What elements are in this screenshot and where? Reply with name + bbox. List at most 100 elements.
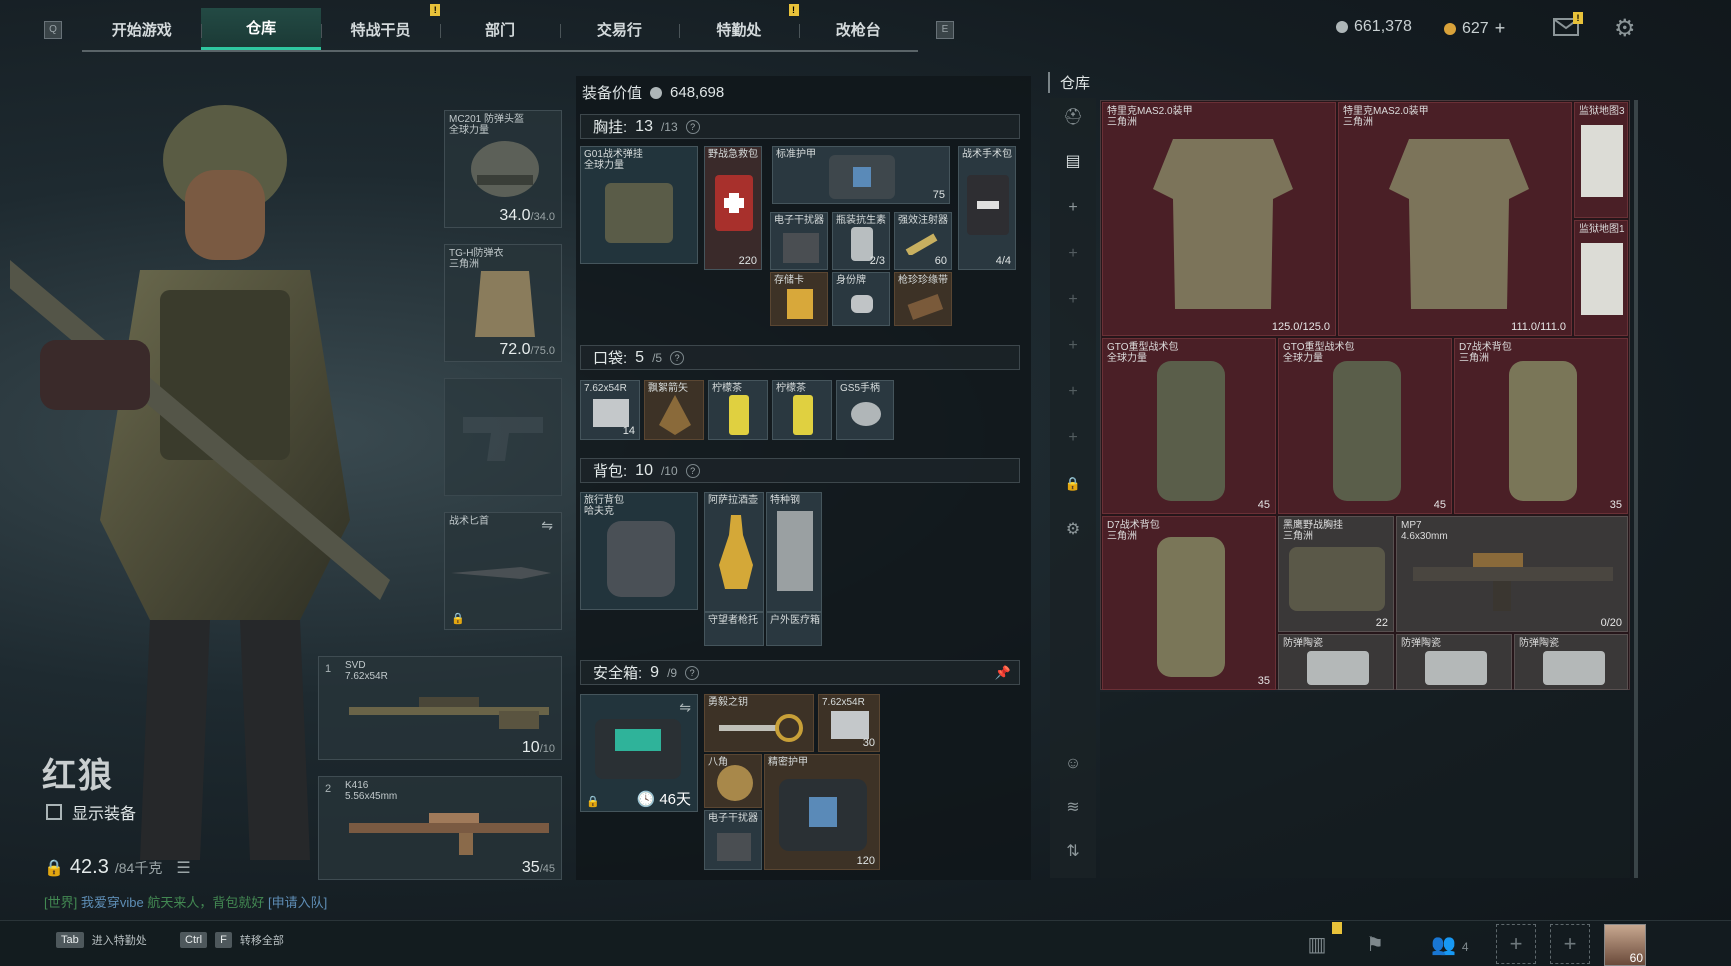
prev-tab-key[interactable]: Q — [44, 21, 62, 39]
main-nav: 开始游戏 仓库 特战干员! 部门 交易行 特勤处! 改枪台 — [82, 4, 918, 52]
all-items-icon[interactable]: ▤ — [1063, 152, 1083, 172]
medical-box-item[interactable]: 户外医疗箱 — [766, 612, 822, 646]
tab-department[interactable]: 部门 — [440, 8, 559, 50]
armor-plate-icon — [779, 779, 867, 851]
warehouse-scrollbar[interactable] — [1634, 100, 1638, 878]
stats-icon[interactable]: ▥ — [1302, 930, 1332, 960]
precision-armor-item[interactable]: 精密护甲 120 — [764, 754, 880, 870]
swap-icon[interactable]: ⇋ — [679, 699, 691, 716]
add-tab-icon[interactable]: + — [1063, 382, 1083, 402]
tab-gunsmith[interactable]: 改枪台 — [798, 8, 918, 50]
add-tab-icon[interactable]: + — [1063, 290, 1083, 310]
memory-card-item[interactable]: 存储卡 — [770, 272, 828, 326]
surgery-kit-item[interactable]: 战术手术包 4/4 — [958, 146, 1016, 270]
stock-item[interactable]: 守望者枪托 — [704, 612, 764, 646]
settings-gear-icon[interactable]: ⚙ — [1614, 14, 1636, 43]
pocket-tea-item[interactable]: 柠檬茶 — [708, 380, 768, 440]
add-currency-button[interactable]: + — [1495, 18, 1506, 39]
chest-rig-item[interactable]: G01战术弹挂 全球力量 — [580, 146, 698, 264]
pocket-controller-item[interactable]: GS5手柄 — [836, 380, 894, 440]
help-icon[interactable]: ? — [685, 665, 700, 680]
show-equipment-toggle[interactable]: 显示装备 — [46, 800, 136, 824]
pocket-ammo-item[interactable]: 7.62x54R 14 — [580, 380, 640, 440]
list-icon[interactable]: ☰ — [176, 858, 190, 878]
add-tab-icon[interactable]: + — [1063, 198, 1083, 218]
warehouse-item-map[interactable]: 监狱地图3 — [1574, 102, 1628, 218]
enter-special-ops-button[interactable]: Tab 进入特勤处 — [56, 932, 147, 948]
sort-icon[interactable]: ⇅ — [1063, 842, 1083, 862]
player-avatar[interactable]: 60 — [1604, 924, 1646, 966]
world-chat-line[interactable]: [世界] 我爱穿vibe 航天来人，背包就好 [申请入队] — [44, 892, 327, 911]
warehouse-item-rig[interactable]: 黑鹰野战胸挂 三角洲 22 — [1278, 516, 1394, 632]
add-tab-icon[interactable]: + — [1063, 336, 1083, 356]
warehouse-item-bag[interactable]: GTO重型战术包 全球力量 45 — [1278, 338, 1452, 514]
steel-item[interactable]: 特种钢 — [766, 492, 822, 612]
safe-box-icon — [595, 719, 681, 779]
silver-coin-icon — [1336, 21, 1348, 33]
tab-operators[interactable]: 特战干员! — [320, 4, 441, 50]
lock-icon[interactable]: 🔒 — [1063, 474, 1083, 494]
flask-item[interactable]: 阿萨拉酒壶 — [704, 492, 764, 612]
swap-icon[interactable]: ⇋ — [541, 517, 553, 534]
invite-slot-button[interactable]: + — [1550, 924, 1590, 964]
warehouse-item-armor[interactable]: 特里克MAS2.0装甲 三角洲 125.0/125.0 — [1102, 102, 1336, 336]
mail-icon[interactable]: ! — [1553, 12, 1583, 36]
help-icon[interactable]: ? — [685, 119, 700, 134]
helmet-filter-icon[interactable]: ⛑ — [1063, 108, 1083, 128]
layers-icon[interactable]: ≋ — [1063, 798, 1083, 818]
flag-icon[interactable]: ⚑ — [1360, 930, 1390, 960]
tab-start-game[interactable]: 开始游戏 — [82, 8, 201, 50]
key-item[interactable]: 勇毅之钥 — [704, 694, 814, 752]
arrowhead-icon — [659, 395, 691, 435]
squad-icon[interactable]: 👥 4 — [1420, 930, 1480, 960]
backpack-icon — [1157, 537, 1225, 677]
backpack-item[interactable]: 旅行背包 哈夫克 — [580, 492, 698, 610]
chest-rig-header: 胸挂: 13/13 ? — [580, 114, 1020, 139]
secondary-weapon-slot[interactable]: K416 5.56x45mm 2 35/45 — [318, 776, 562, 880]
helmet-slot[interactable]: MC201 防弹头盔 全球力量 34.0/34.0 — [444, 110, 562, 228]
checkbox[interactable] — [46, 804, 62, 820]
warehouse-item-plate[interactable]: 防弹陶瓷 — [1514, 634, 1628, 690]
dog-tag-item[interactable]: 身份牌 — [832, 272, 890, 326]
safe-ammo-item[interactable]: 7.62x54R 30 — [818, 694, 880, 752]
pin-icon[interactable]: 📌 — [995, 665, 1011, 681]
help-icon[interactable]: ? — [685, 463, 700, 478]
pocket-arrow-item[interactable]: 飘絮箭矢 — [644, 380, 704, 440]
help-icon[interactable]: ? — [670, 350, 685, 365]
sidearm-slot[interactable] — [444, 378, 562, 496]
star-anise-item[interactable]: 八角 — [704, 754, 762, 808]
tab-special-ops[interactable]: 特勤处! — [679, 4, 799, 50]
transfer-all-button[interactable]: Ctrl F 转移全部 — [180, 932, 284, 948]
add-tab-icon[interactable]: + — [1063, 244, 1083, 264]
injector-item[interactable]: 强效注射器 60 — [894, 212, 952, 270]
safe-container[interactable]: ⇋ 🔒 🕓 46天 — [580, 694, 698, 812]
antibiotic-item[interactable]: 瓶装抗生素 2/3 — [832, 212, 890, 270]
operator-icon[interactable]: ☺ — [1063, 754, 1083, 774]
chest-rig-icon — [1289, 547, 1385, 611]
tab-warehouse[interactable]: 仓库 — [201, 8, 321, 50]
warehouse-item-map[interactable]: 监狱地图1 — [1574, 220, 1628, 336]
standard-armor-item[interactable]: 标准护甲 75 — [772, 146, 950, 204]
next-tab-key[interactable]: E — [936, 21, 954, 39]
jammer-item[interactable]: 电子干扰器 — [704, 810, 762, 870]
tab-trading[interactable]: 交易行 — [559, 8, 679, 50]
strap-item[interactable]: 枪珍珍缘带 — [894, 272, 952, 326]
warehouse-item-bag[interactable]: D7战术背包 三角洲 35 — [1454, 338, 1628, 514]
pocket-tea-item[interactable]: 柠檬茶 — [772, 380, 832, 440]
primary-weapon-slot[interactable]: SVD 7.62x54R 1 10/10 — [318, 656, 562, 760]
jammer-item[interactable]: 电子干扰器 — [770, 212, 828, 270]
warehouse-item-plate[interactable]: 防弹陶瓷 — [1278, 634, 1394, 690]
warehouse-item-bag[interactable]: GTO重型战术包 全球力量 45 — [1102, 338, 1276, 514]
first-aid-kit-item[interactable]: 野战急救包 220 — [704, 146, 762, 270]
melee-slot[interactable]: 战术匕首 ⇋ 🔒 — [444, 512, 562, 630]
invite-slot-button[interactable]: + — [1496, 924, 1536, 964]
gear-icon[interactable]: ⚙ — [1063, 520, 1083, 540]
ammo-box-icon — [593, 399, 629, 427]
warehouse-item-armor[interactable]: 特里克MAS2.0装甲 三角洲 111.0/111.0 — [1338, 102, 1572, 336]
armor-slot[interactable]: TG-H防弹衣 三角洲 72.0/75.0 — [444, 244, 562, 362]
warehouse-item-weapon[interactable]: MP7 4.6x30mm 0/20 — [1396, 516, 1628, 632]
dogtag-icon — [851, 295, 873, 313]
add-tab-icon[interactable]: + — [1063, 428, 1083, 448]
warehouse-item-plate[interactable]: 防弹陶瓷 — [1396, 634, 1512, 690]
warehouse-item-bag[interactable]: D7战术背包 三角洲 35 — [1102, 516, 1276, 690]
